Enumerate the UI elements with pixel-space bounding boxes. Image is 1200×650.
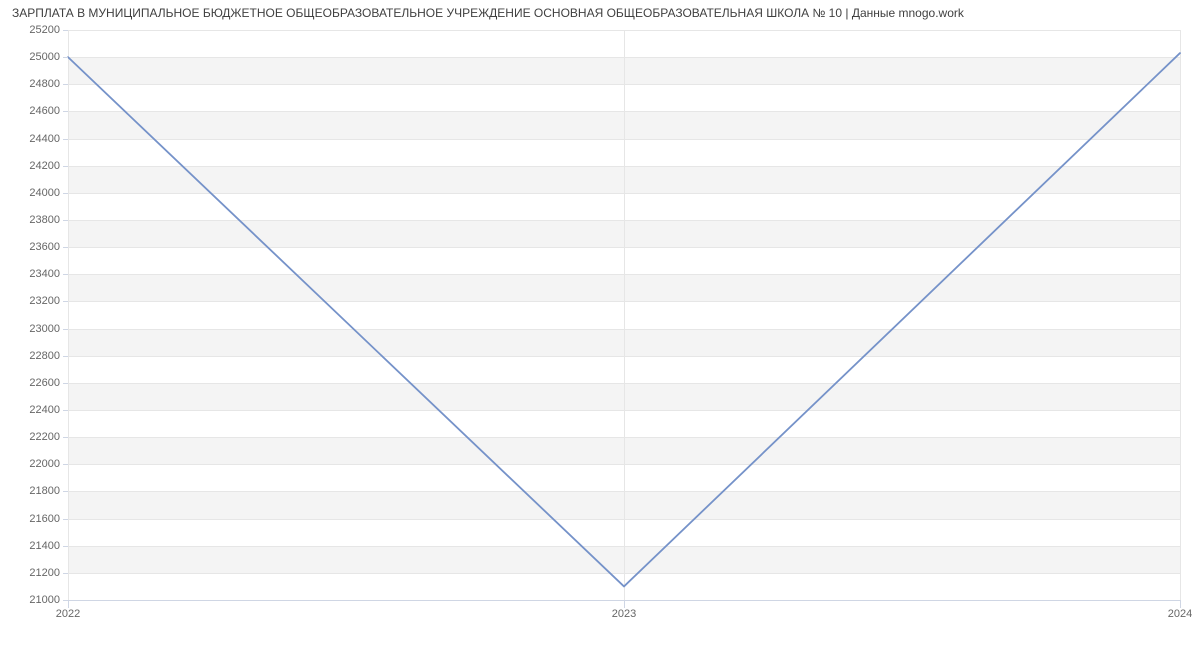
y-tick-label: 22400: [29, 404, 60, 416]
y-tick-mark: [63, 166, 68, 167]
y-tick-mark: [63, 301, 68, 302]
y-tick-mark: [63, 573, 68, 574]
y-tick-mark: [63, 383, 68, 384]
y-tick-label: 22000: [29, 458, 60, 470]
y-tick-mark: [63, 491, 68, 492]
y-tick-mark: [63, 356, 68, 357]
y-tick-label: 21200: [29, 567, 60, 579]
y-tick-mark: [63, 111, 68, 112]
y-tick-mark: [63, 410, 68, 411]
x-tick-mark: [68, 600, 69, 608]
y-tick-label: 21800: [29, 485, 60, 497]
y-tick-mark: [63, 57, 68, 58]
y-tick-mark: [63, 193, 68, 194]
y-tick-label: 24600: [29, 105, 60, 117]
plot-area: 2100021200214002160021800220002220022400…: [68, 30, 1180, 600]
y-tick-label: 24000: [29, 187, 60, 199]
y-tick-label: 24400: [29, 133, 60, 145]
y-tick-label: 23600: [29, 241, 60, 253]
y-tick-label: 23000: [29, 323, 60, 335]
x-tick-mark: [1180, 600, 1181, 608]
y-tick-label: 25200: [29, 24, 60, 36]
y-tick-mark: [63, 437, 68, 438]
y-tick-mark: [63, 464, 68, 465]
x-tick-label: 2024: [1168, 608, 1192, 620]
x-tick-label: 2023: [612, 608, 636, 620]
x-tick-mark: [624, 600, 625, 608]
y-tick-label: 23400: [29, 268, 60, 280]
x-tick-label: 2022: [56, 608, 80, 620]
y-tick-label: 23200: [29, 295, 60, 307]
y-tick-label: 21400: [29, 540, 60, 552]
y-tick-mark: [63, 84, 68, 85]
y-tick-label: 22600: [29, 377, 60, 389]
y-tick-mark: [63, 546, 68, 547]
y-tick-label: 24200: [29, 160, 60, 172]
y-tick-label: 22200: [29, 431, 60, 443]
y-tick-mark: [63, 329, 68, 330]
y-tick-mark: [63, 220, 68, 221]
salary-line-chart: ЗАРПЛАТА В МУНИЦИПАЛЬНОЕ БЮДЖЕТНОЕ ОБЩЕО…: [0, 0, 1200, 650]
x-grid-line: [1180, 30, 1181, 600]
y-tick-label: 21600: [29, 513, 60, 525]
y-tick-label: 23800: [29, 214, 60, 226]
x-axis-line: [68, 600, 1180, 601]
y-tick-label: 21000: [29, 594, 60, 606]
y-tick-mark: [63, 30, 68, 31]
y-tick-mark: [63, 247, 68, 248]
y-tick-mark: [63, 519, 68, 520]
y-tick-mark: [63, 139, 68, 140]
line-series: [68, 30, 1180, 600]
chart-title: ЗАРПЛАТА В МУНИЦИПАЛЬНОЕ БЮДЖЕТНОЕ ОБЩЕО…: [12, 6, 964, 20]
y-tick-label: 25000: [29, 51, 60, 63]
y-tick-label: 22800: [29, 350, 60, 362]
y-tick-mark: [63, 274, 68, 275]
y-tick-label: 24800: [29, 78, 60, 90]
